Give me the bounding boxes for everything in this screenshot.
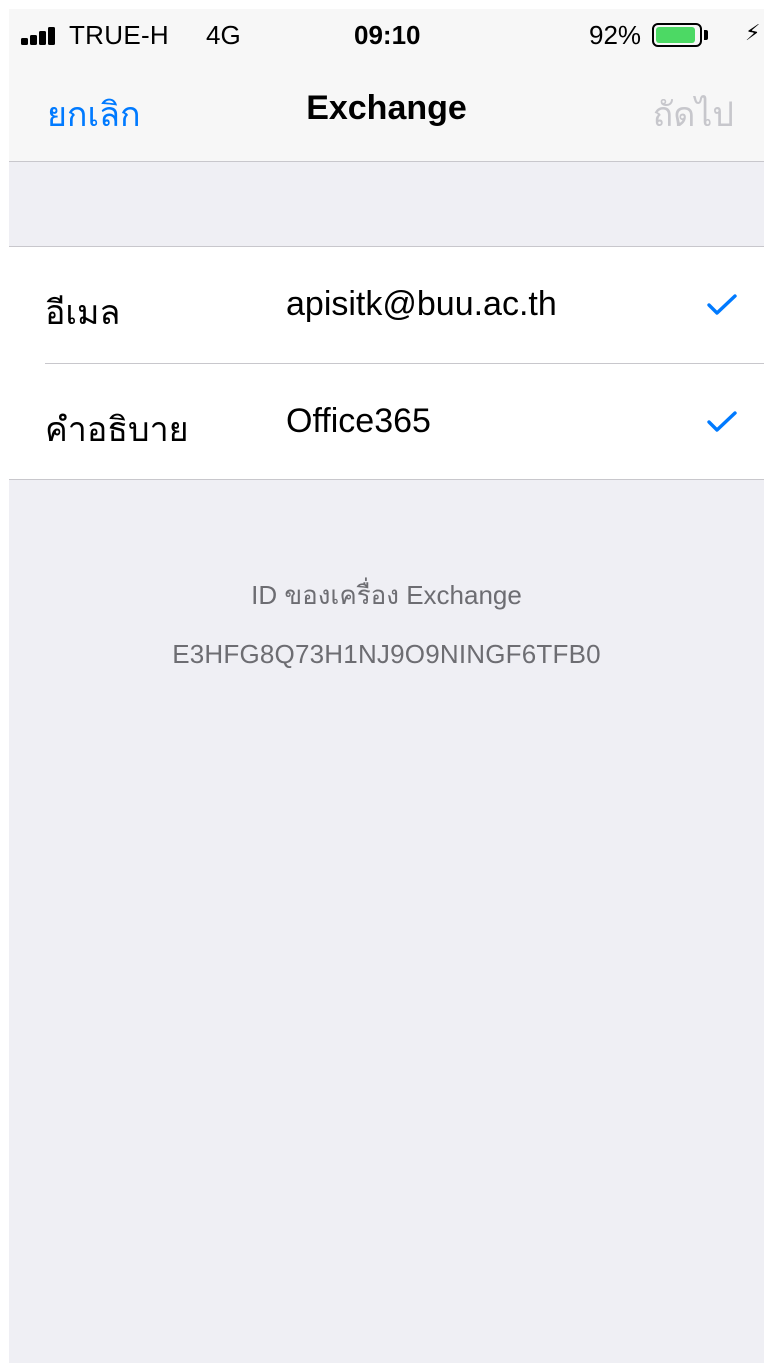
battery-percent: 92% <box>589 20 642 50</box>
email-label: อีเมล <box>45 294 121 332</box>
battery-icon <box>652 23 702 47</box>
email-field[interactable]: apisitk@buu.ac.th <box>286 285 557 324</box>
email-row[interactable]: อีเมล apisitk@buu.ac.th <box>9 247 764 364</box>
account-form: อีเมล apisitk@buu.ac.th คำอธิบาย Office3… <box>9 246 764 480</box>
status-bar: TRUE-H 4G 09:10 92% ⚡︎ <box>9 9 764 61</box>
status-time: 09:10 <box>354 20 421 50</box>
device-id-title: ID ของเครื่อง Exchange <box>251 580 522 610</box>
signal-bars-icon <box>21 25 67 45</box>
network-type: 4G <box>206 20 241 50</box>
description-row[interactable]: คำอธิบาย Office365 <box>9 364 764 480</box>
exchange-setup-screen: TRUE-H 4G 09:10 92% ⚡︎ ยกเลิก Exchange ถ… <box>9 9 764 1363</box>
top-bar: TRUE-H 4G 09:10 92% ⚡︎ ยกเลิก Exchange ถ… <box>9 9 764 162</box>
checkmark-icon <box>707 411 737 432</box>
description-field[interactable]: Office365 <box>286 402 431 441</box>
page-title: Exchange <box>306 89 467 127</box>
device-id-value: E3HFG8Q73H1NJ9O9NINGF6TFB0 <box>172 639 601 669</box>
battery-tip <box>704 30 708 40</box>
battery-fill <box>656 27 695 43</box>
checkmark-icon <box>707 294 737 315</box>
description-label: คำอธิบาย <box>45 411 189 449</box>
next-button[interactable]: ถัดไป <box>653 87 734 141</box>
lightning-bolt-icon: ⚡︎ <box>745 20 761 45</box>
carrier-name: TRUE-H <box>69 20 170 50</box>
